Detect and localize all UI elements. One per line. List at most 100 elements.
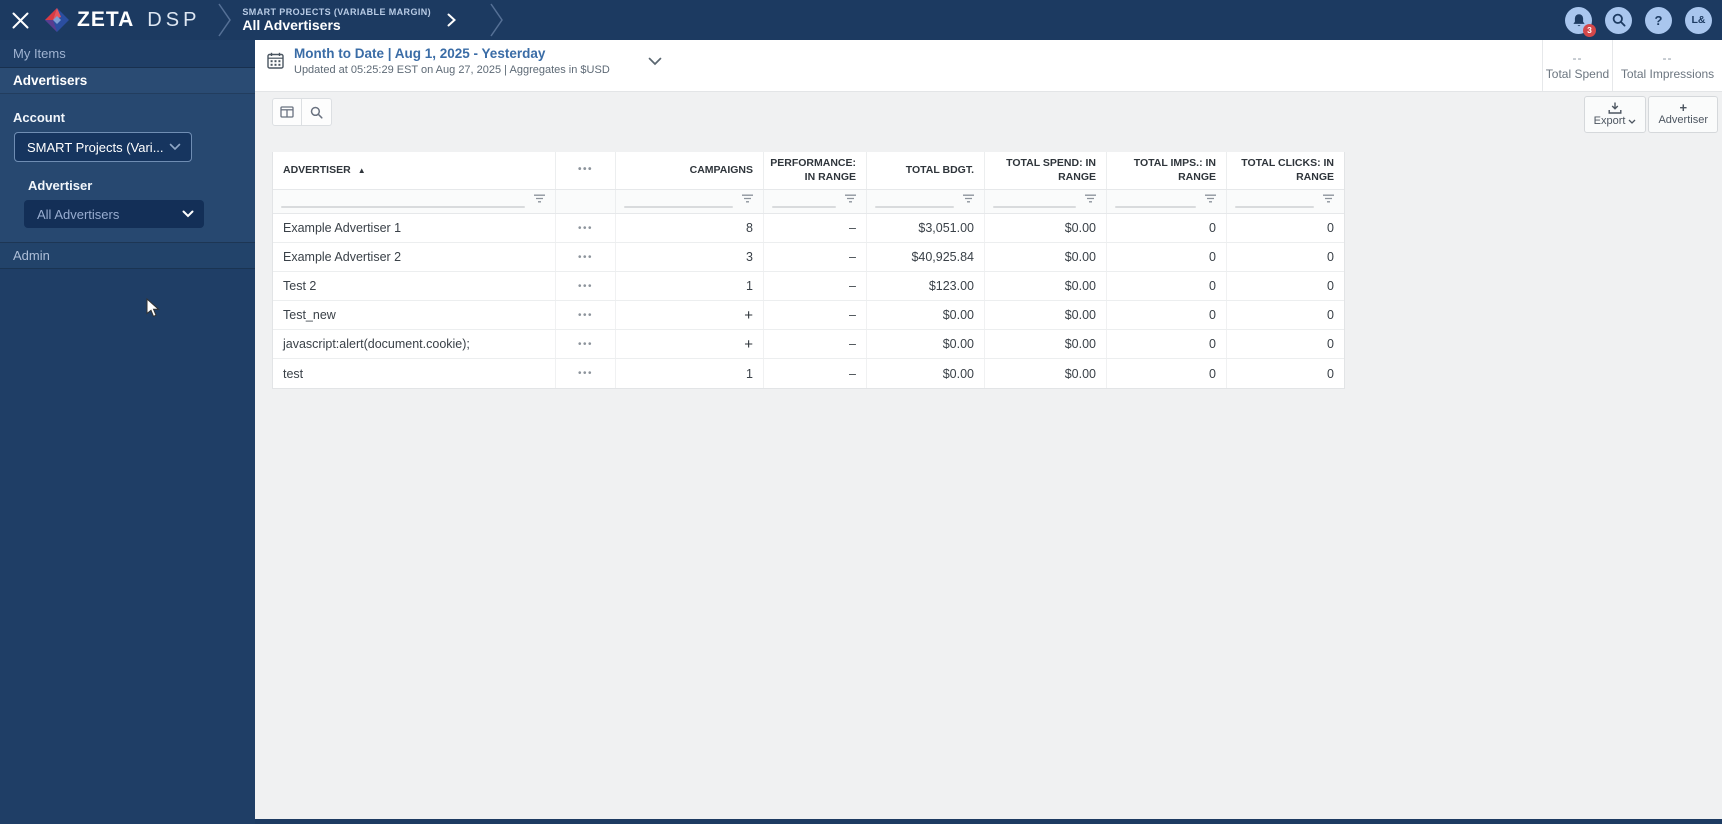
- account-select[interactable]: SMART Projects (Vari...: [14, 132, 192, 162]
- filter-icon[interactable]: [962, 194, 975, 203]
- notifications-button[interactable]: 3: [1565, 6, 1596, 37]
- cell-performance: –: [764, 330, 867, 358]
- cell-campaigns[interactable]: +: [616, 330, 764, 358]
- add-advertiser-button[interactable]: + Advertiser: [1648, 96, 1718, 133]
- search-icon: [310, 106, 323, 119]
- close-icon: [12, 12, 28, 28]
- export-button[interactable]: Export: [1583, 96, 1647, 133]
- sidebar-item-my-items[interactable]: My Items: [0, 40, 255, 68]
- cell-total-impressions: 0: [1107, 214, 1227, 242]
- column-header-campaigns[interactable]: CAMPAIGNS: [616, 152, 764, 189]
- breadcrumb[interactable]: SMART PROJECTS (VARIABLE MARGIN) All Adv…: [242, 7, 431, 33]
- advertisers-table: ADVERTISER ▲ ••• CAMPAIGNS PERFORMANCE: …: [272, 152, 1345, 389]
- cell-campaigns[interactable]: +: [616, 301, 764, 329]
- calendar-icon: [267, 52, 284, 69]
- help-button[interactable]: ?: [1645, 6, 1672, 34]
- row-more-options-button[interactable]: •••: [556, 272, 616, 300]
- column-label: TOTAL IMPS.: IN RANGE: [1133, 157, 1216, 183]
- filter-cell-campaigns: [616, 190, 764, 213]
- advertiser-label: Advertiser: [28, 178, 93, 193]
- advertiser-select[interactable]: All Advertisers: [24, 200, 204, 228]
- column-header-total-budget[interactable]: TOTAL BDGT.: [867, 152, 985, 189]
- filter-icon[interactable]: [1204, 194, 1217, 203]
- filter-icon[interactable]: [533, 194, 546, 203]
- download-icon: [1608, 102, 1622, 114]
- avatar[interactable]: L&: [1685, 6, 1712, 34]
- filter-input[interactable]: [624, 206, 733, 208]
- column-header-actions[interactable]: •••: [556, 152, 616, 189]
- zeta-logo-icon: [45, 8, 69, 32]
- top-bar: ZETA DSP SMART PROJECTS (VARIABLE MARGIN…: [0, 0, 1722, 40]
- date-range-picker[interactable]: Month to Date | Aug 1, 2025 - Yesterday …: [267, 45, 662, 78]
- more-options-icon: •••: [577, 309, 593, 321]
- breadcrumb-expand-button[interactable]: [447, 13, 457, 27]
- cell-advertiser[interactable]: javascript:alert(document.cookie);: [273, 330, 556, 358]
- row-more-options-button[interactable]: •••: [556, 359, 616, 388]
- chevron-down-icon: [169, 143, 181, 151]
- cell-total-clicks: 0: [1327, 366, 1334, 381]
- action-buttons: Export + Advertiser: [1583, 96, 1718, 133]
- stat-total-impressions: -- Total Impressions: [1612, 40, 1722, 91]
- more-options-icon: •••: [577, 280, 593, 292]
- mouse-cursor: [146, 298, 160, 317]
- cell-campaigns[interactable]: 1: [616, 359, 764, 388]
- app-window: ZETA DSP SMART PROJECTS (VARIABLE MARGIN…: [0, 0, 1722, 824]
- cell-advertiser[interactable]: Test 2: [273, 272, 556, 300]
- column-label: PERFORMANCE: IN RANGE: [770, 157, 856, 183]
- cell-total-clicks: 0: [1327, 279, 1334, 293]
- main-content: Month to Date | Aug 1, 2025 - Yesterday …: [255, 40, 1722, 824]
- filter-input[interactable]: [281, 206, 525, 208]
- filter-input[interactable]: [1115, 206, 1196, 208]
- filter-input[interactable]: [875, 206, 954, 208]
- sidebar: My Items Advertisers Account SMART Proje…: [0, 40, 255, 824]
- sidebar-item-advertisers[interactable]: Advertisers: [0, 68, 255, 94]
- filter-input[interactable]: [1235, 206, 1314, 208]
- cell-campaigns[interactable]: 3: [616, 243, 764, 271]
- row-more-options-button[interactable]: •••: [556, 214, 616, 242]
- table-row[interactable]: Test_new ••• + – $0.00 $0.00 0 0: [273, 301, 1344, 330]
- global-search-button[interactable]: [1605, 6, 1632, 34]
- table-row[interactable]: Example Advertiser 1 ••• 8 – $3,051.00 $…: [273, 214, 1344, 243]
- table-search-button[interactable]: [302, 98, 332, 126]
- cell-advertiser[interactable]: Test_new: [273, 301, 556, 329]
- account-panel: Account SMART Projects (Vari... Advertis…: [0, 94, 255, 243]
- cell-total-spend: $0.00: [985, 272, 1107, 300]
- table-tools: [272, 98, 332, 126]
- table-row[interactable]: Test 2 ••• 1 – $123.00 $0.00 0 0: [273, 272, 1344, 301]
- sidebar-item-admin[interactable]: Admin: [0, 243, 255, 269]
- filter-icon[interactable]: [1084, 194, 1097, 203]
- cell-campaigns[interactable]: 1: [616, 272, 764, 300]
- column-header-advertiser[interactable]: ADVERTISER ▲: [273, 152, 556, 189]
- filter-icon[interactable]: [1322, 194, 1335, 203]
- chevron-right-icon: [447, 13, 457, 27]
- filter-cell-actions: [556, 190, 616, 213]
- cell-advertiser[interactable]: Example Advertiser 1: [273, 214, 556, 242]
- row-more-options-button[interactable]: •••: [556, 243, 616, 271]
- close-button[interactable]: [0, 0, 40, 40]
- table-row[interactable]: Example Advertiser 2 ••• 3 – $40,925.84 …: [273, 243, 1344, 272]
- breadcrumb-account-label: SMART PROJECTS (VARIABLE MARGIN): [242, 6, 432, 17]
- filter-input[interactable]: [772, 206, 836, 208]
- filter-cell-performance: [764, 190, 867, 213]
- column-header-total-clicks[interactable]: TOTAL CLICKS: IN RANGE: [1227, 152, 1344, 189]
- chevron-down-icon: [648, 57, 662, 66]
- stat-total-spend: -- Total Spend: [1542, 40, 1612, 91]
- table-row[interactable]: javascript:alert(document.cookie); ••• +…: [273, 330, 1344, 359]
- cell-total-budget: $0.00: [867, 359, 985, 388]
- filter-icon[interactable]: [741, 194, 754, 203]
- columns-toggle-button[interactable]: [272, 98, 302, 126]
- row-more-options-button[interactable]: •••: [556, 330, 616, 358]
- column-header-performance[interactable]: PERFORMANCE: IN RANGE: [764, 152, 867, 189]
- brand-logo[interactable]: ZETA DSP: [44, 7, 200, 33]
- column-header-total-spend[interactable]: TOTAL SPEND: IN RANGE: [985, 152, 1107, 189]
- cell-advertiser[interactable]: test: [273, 359, 556, 388]
- cell-advertiser[interactable]: Example Advertiser 2: [273, 243, 556, 271]
- cell-campaigns[interactable]: 8: [616, 214, 764, 242]
- filter-icon[interactable]: [844, 194, 857, 203]
- row-more-options-button[interactable]: •••: [556, 301, 616, 329]
- table-row[interactable]: test ••• 1 – $0.00 $0.00 0 0: [273, 359, 1344, 388]
- filter-input[interactable]: [993, 206, 1076, 208]
- more-options-icon: •••: [577, 338, 593, 350]
- cell-performance: –: [764, 301, 867, 329]
- column-header-total-impressions[interactable]: TOTAL IMPS.: IN RANGE: [1107, 152, 1227, 189]
